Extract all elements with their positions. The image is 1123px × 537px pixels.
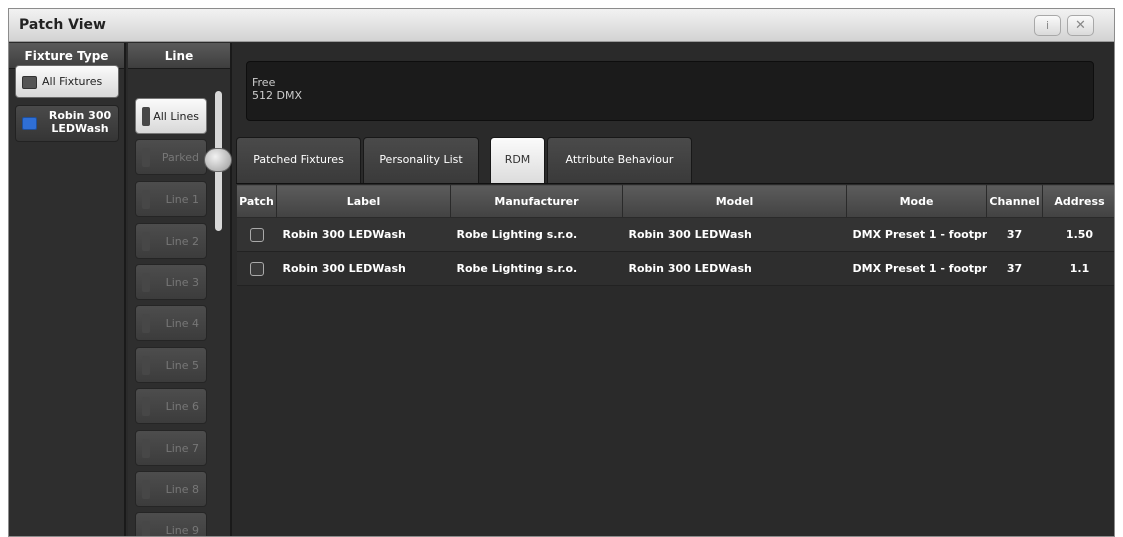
- line-label: Line 3: [165, 276, 199, 289]
- patch-view-window: Patch View i ✕ Fixture Type All Fixtures…: [8, 8, 1115, 537]
- column-header-mode[interactable]: Mode: [846, 184, 987, 218]
- tab-attribute-behaviour[interactable]: Attribute Behaviour: [547, 137, 692, 183]
- line-4[interactable]: Line 4: [135, 305, 207, 341]
- line-label: Line 1: [165, 193, 199, 206]
- line-parked[interactable]: Parked: [135, 139, 207, 175]
- patch-cell: [236, 251, 277, 286]
- main-panel: Free 512 DMX Patched Fixtures Personalit…: [234, 43, 1114, 536]
- fixture-color-swatch: [22, 76, 37, 89]
- tab-bar: Patched Fixtures Personality List RDM At…: [234, 137, 1114, 183]
- free-dmx-count: 512 DMX: [252, 89, 302, 102]
- line-1[interactable]: Line 1: [135, 181, 207, 217]
- tab-rdm[interactable]: RDM: [490, 137, 545, 183]
- close-button[interactable]: ✕: [1067, 15, 1094, 36]
- line-5[interactable]: Line 5: [135, 347, 207, 383]
- fixture-type-label: Robin 300 LEDWash: [48, 109, 112, 135]
- patch-checkbox[interactable]: [249, 227, 264, 242]
- channel-cell: 37: [986, 217, 1043, 252]
- window-title: Patch View: [19, 17, 106, 33]
- fixture-type-panel: Fixture Type All Fixtures Robin 300 LEDW…: [9, 43, 126, 536]
- line-label: Line 9: [165, 524, 199, 537]
- line-2[interactable]: Line 2: [135, 223, 207, 259]
- line-label: Line 2: [165, 235, 199, 248]
- line-3[interactable]: Line 3: [135, 264, 207, 300]
- channel-cell: 37: [986, 251, 1043, 286]
- line-label: Parked: [161, 151, 199, 164]
- patch-cell: [236, 217, 277, 252]
- line-all-lines[interactable]: All Lines: [135, 98, 207, 134]
- info-button[interactable]: i: [1034, 15, 1061, 36]
- label-cell: Robin 300 LEDWash: [276, 251, 451, 286]
- patch-checkbox[interactable]: [249, 261, 264, 276]
- address-cell: 1.50: [1042, 217, 1114, 252]
- line-6[interactable]: Line 6: [135, 388, 207, 424]
- table-row[interactable]: Robin 300 LEDWash Robe Lighting s.r.o. R…: [236, 251, 1114, 286]
- tab-patched-fixtures[interactable]: Patched Fixtures: [236, 137, 361, 183]
- address-cell: 1.1: [1042, 251, 1114, 286]
- table-row[interactable]: Robin 300 LEDWash Robe Lighting s.r.o. R…: [236, 217, 1114, 252]
- column-header-model[interactable]: Model: [622, 184, 847, 218]
- manufacturer-cell: Robe Lighting s.r.o.: [450, 251, 623, 286]
- line-panel: Line All Lines Parked Line 1 Line 2 Line…: [128, 43, 232, 537]
- manufacturer-cell: Robe Lighting s.r.o.: [450, 217, 623, 252]
- line-scroll-knob[interactable]: [204, 148, 232, 172]
- mode-cell: DMX Preset 1 - footpri: [846, 251, 987, 286]
- line-label: Line 5: [165, 359, 199, 372]
- fixture-type-robin-300-ledwash[interactable]: Robin 300 LEDWash: [15, 105, 119, 142]
- mode-cell: DMX Preset 1 - footpri: [846, 217, 987, 252]
- line-9[interactable]: Line 9: [135, 512, 207, 537]
- line-label: Line 8: [165, 483, 199, 496]
- column-header-address[interactable]: Address: [1042, 184, 1114, 218]
- table-header-row: Patch Label Manufacturer Model Mode Chan…: [236, 184, 1114, 218]
- rdm-table: Patch Label Manufacturer Model Mode Chan…: [236, 183, 1114, 536]
- line-label: Line 4: [165, 317, 199, 330]
- line-label: All Lines: [153, 110, 199, 123]
- label-cell: Robin 300 LEDWash: [276, 217, 451, 252]
- line-7[interactable]: Line 7: [135, 430, 207, 466]
- tab-personality-list[interactable]: Personality List: [363, 137, 479, 183]
- free-dmx-info: Free 512 DMX: [246, 61, 1094, 121]
- fixture-type-all-fixtures[interactable]: All Fixtures: [15, 65, 119, 98]
- line-8[interactable]: Line 8: [135, 471, 207, 507]
- column-header-label[interactable]: Label: [276, 184, 451, 218]
- line-label: Line 7: [165, 442, 199, 455]
- column-header-patch[interactable]: Patch: [236, 184, 277, 218]
- column-header-channel[interactable]: Channel: [986, 184, 1043, 218]
- line-label: Line 6: [165, 400, 199, 413]
- line-header: Line: [128, 43, 230, 69]
- fixture-type-label: All Fixtures: [42, 75, 103, 88]
- free-label: Free: [252, 76, 276, 89]
- model-cell: Robin 300 LEDWash: [622, 217, 847, 252]
- title-bar: Patch View i ✕: [9, 9, 1114, 42]
- fixture-color-swatch: [22, 117, 37, 130]
- model-cell: Robin 300 LEDWash: [622, 251, 847, 286]
- column-header-manufacturer[interactable]: Manufacturer: [450, 184, 623, 218]
